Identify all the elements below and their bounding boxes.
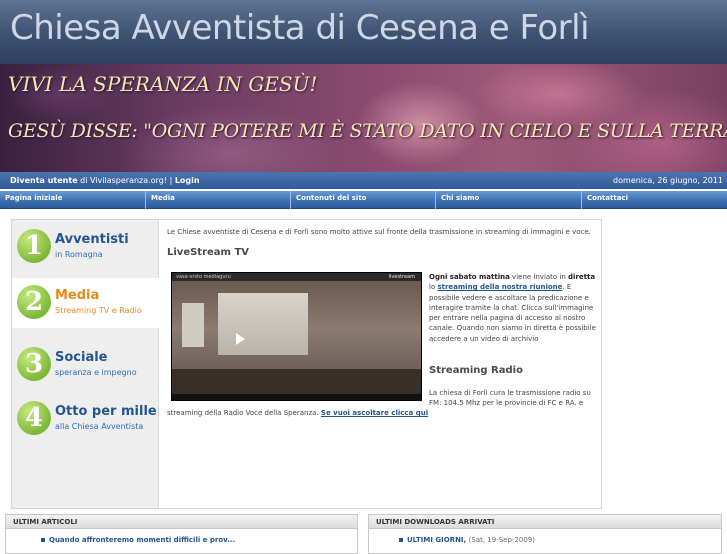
latest-downloads-title: ULTIMI DOWNLOADS ARRIVATI	[369, 515, 721, 529]
video-scene-panel	[182, 303, 204, 347]
body-text: viene inviato in	[509, 273, 569, 281]
feature-tab-title: Sociale	[55, 350, 108, 365]
body-text: . È possibile vedere e ascoltare la pred…	[429, 283, 596, 343]
number-badge-icon: 2	[17, 285, 51, 319]
banner-slogan: Vivi la speranza in Gesù!	[8, 72, 318, 96]
bullet-icon	[41, 538, 45, 542]
highlight-text: diretta	[568, 273, 596, 281]
nav-item-content[interactable]: Contenuti del sito	[290, 191, 435, 209]
user-bar: Diventa utente di Vivilasperanza.org! | …	[0, 172, 727, 189]
download-link[interactable]: ULTIMI GIORNI	[407, 536, 464, 544]
feature-tab-subtitle: alla Chiesa Avventista	[55, 422, 144, 431]
banner-image: Vivi la speranza in Gesù! Gesù disse: "O…	[0, 64, 727, 172]
livestream-heading: LiveStream TV	[167, 247, 250, 258]
login-link[interactable]: Login	[175, 176, 200, 185]
main-nav: Pagina iniziale Media Contenuti del sito…	[0, 191, 727, 209]
latest-articles-title: ULTIMI ARTICOLI	[6, 515, 357, 529]
feature-content: Le Chiese avventiste di Cesena e di Forl…	[167, 220, 597, 508]
feature-tab-title: Otto per mille	[55, 404, 157, 419]
number-badge-icon: 4	[17, 401, 51, 435]
feature-tab-subtitle: Streaming TV e Radio	[55, 306, 142, 315]
register-suffix: di Vivilasperanza.org!	[80, 176, 168, 185]
feature-tab-subtitle: in Romagna	[55, 250, 103, 259]
livestream-video-thumbnail[interactable]: vasa-vrsto mediaguru livestream	[171, 272, 422, 401]
feature-tab-media[interactable]: 2 Media Streaming TV e Radio	[12, 278, 159, 328]
body-text: streaming della Radio Voce della Speranz…	[167, 409, 319, 417]
latest-articles-box: ULTIMI ARTICOLI Quando affronteremo mome…	[5, 514, 358, 554]
latest-downloads-box: ULTIMI DOWNLOADS ARRIVATI ULTIMI GIORNI,…	[368, 514, 722, 554]
video-scene-screen	[218, 293, 308, 355]
streaming-link[interactable]: streaming della nostra riunione	[437, 283, 562, 291]
download-item[interactable]: ULTIMI GIORNI, (Sat, 19-Sep-2009)	[399, 536, 535, 544]
livestream-logo: livestream	[388, 274, 415, 280]
intro-text: Le Chiese avventiste di Cesena e di Forl…	[167, 228, 591, 236]
radio-listen-link[interactable]: Se vuoi ascoltare clicca qui	[321, 409, 428, 417]
number-badge-icon: 1	[17, 229, 51, 263]
banner-quote: Gesù disse: "Ogni potere mi è stato dato…	[8, 120, 727, 142]
article-link[interactable]: Quando affronteremo momenti difficili e …	[49, 536, 235, 544]
nav-item-home[interactable]: Pagina iniziale	[0, 191, 145, 209]
feature-tab-subtitle: speranza e impegno	[55, 368, 137, 377]
bullet-icon	[399, 538, 403, 542]
feature-tabs: 1 Avventisti in Romagna 2 Media Streamin…	[12, 220, 159, 508]
feature-tab-title: Avventisti	[55, 232, 129, 247]
radio-description: La chiesa di Forlì cura le trasmissione …	[429, 389, 591, 408]
site-title[interactable]: Chiesa Avventista di Cesena e Forlì	[10, 8, 590, 48]
user-bar-left: Diventa utente di Vivilasperanza.org! | …	[10, 172, 200, 189]
download-date: (Sat, 19-Sep-2009)	[468, 536, 535, 544]
current-date: domenica, 26 giugno, 2011	[613, 176, 723, 185]
play-icon[interactable]	[236, 333, 245, 345]
livestream-description: Ogni sabato mattina viene inviato in dir…	[429, 272, 597, 344]
separator: |	[169, 176, 173, 185]
nav-item-media[interactable]: Media	[145, 191, 290, 209]
article-item[interactable]: Quando affronteremo momenti difficili e …	[41, 536, 235, 544]
nav-item-about[interactable]: Chi siamo	[435, 191, 581, 209]
radio-heading: Streaming Radio	[429, 365, 523, 376]
nav-item-contact[interactable]: Contattaci	[581, 191, 727, 209]
featured-panel: 1 Avventisti in Romagna 2 Media Streamin…	[11, 219, 602, 509]
number-badge-icon: 3	[17, 347, 51, 381]
feature-tab-avventisti[interactable]: 1 Avventisti in Romagna	[12, 222, 159, 282]
site-header: Chiesa Avventista di Cesena e Forlì	[0, 0, 727, 64]
radio-description-continued: streaming della Radio Voce della Speranz…	[167, 409, 428, 417]
feature-tab-title: Media	[55, 288, 100, 303]
feature-tab-sociale[interactable]: 3 Sociale speranza e impegno	[12, 340, 159, 400]
video-channel-label: vasa-vrsto mediaguru	[172, 273, 421, 281]
register-link[interactable]: Diventa utente	[10, 176, 78, 185]
video-controls	[172, 394, 421, 400]
highlight-text: Ogni sabato mattina	[429, 273, 510, 281]
video-frame	[172, 281, 421, 400]
feature-tab-otto-per-mille[interactable]: 4 Otto per mille alla Chiesa Avventista	[12, 394, 159, 454]
